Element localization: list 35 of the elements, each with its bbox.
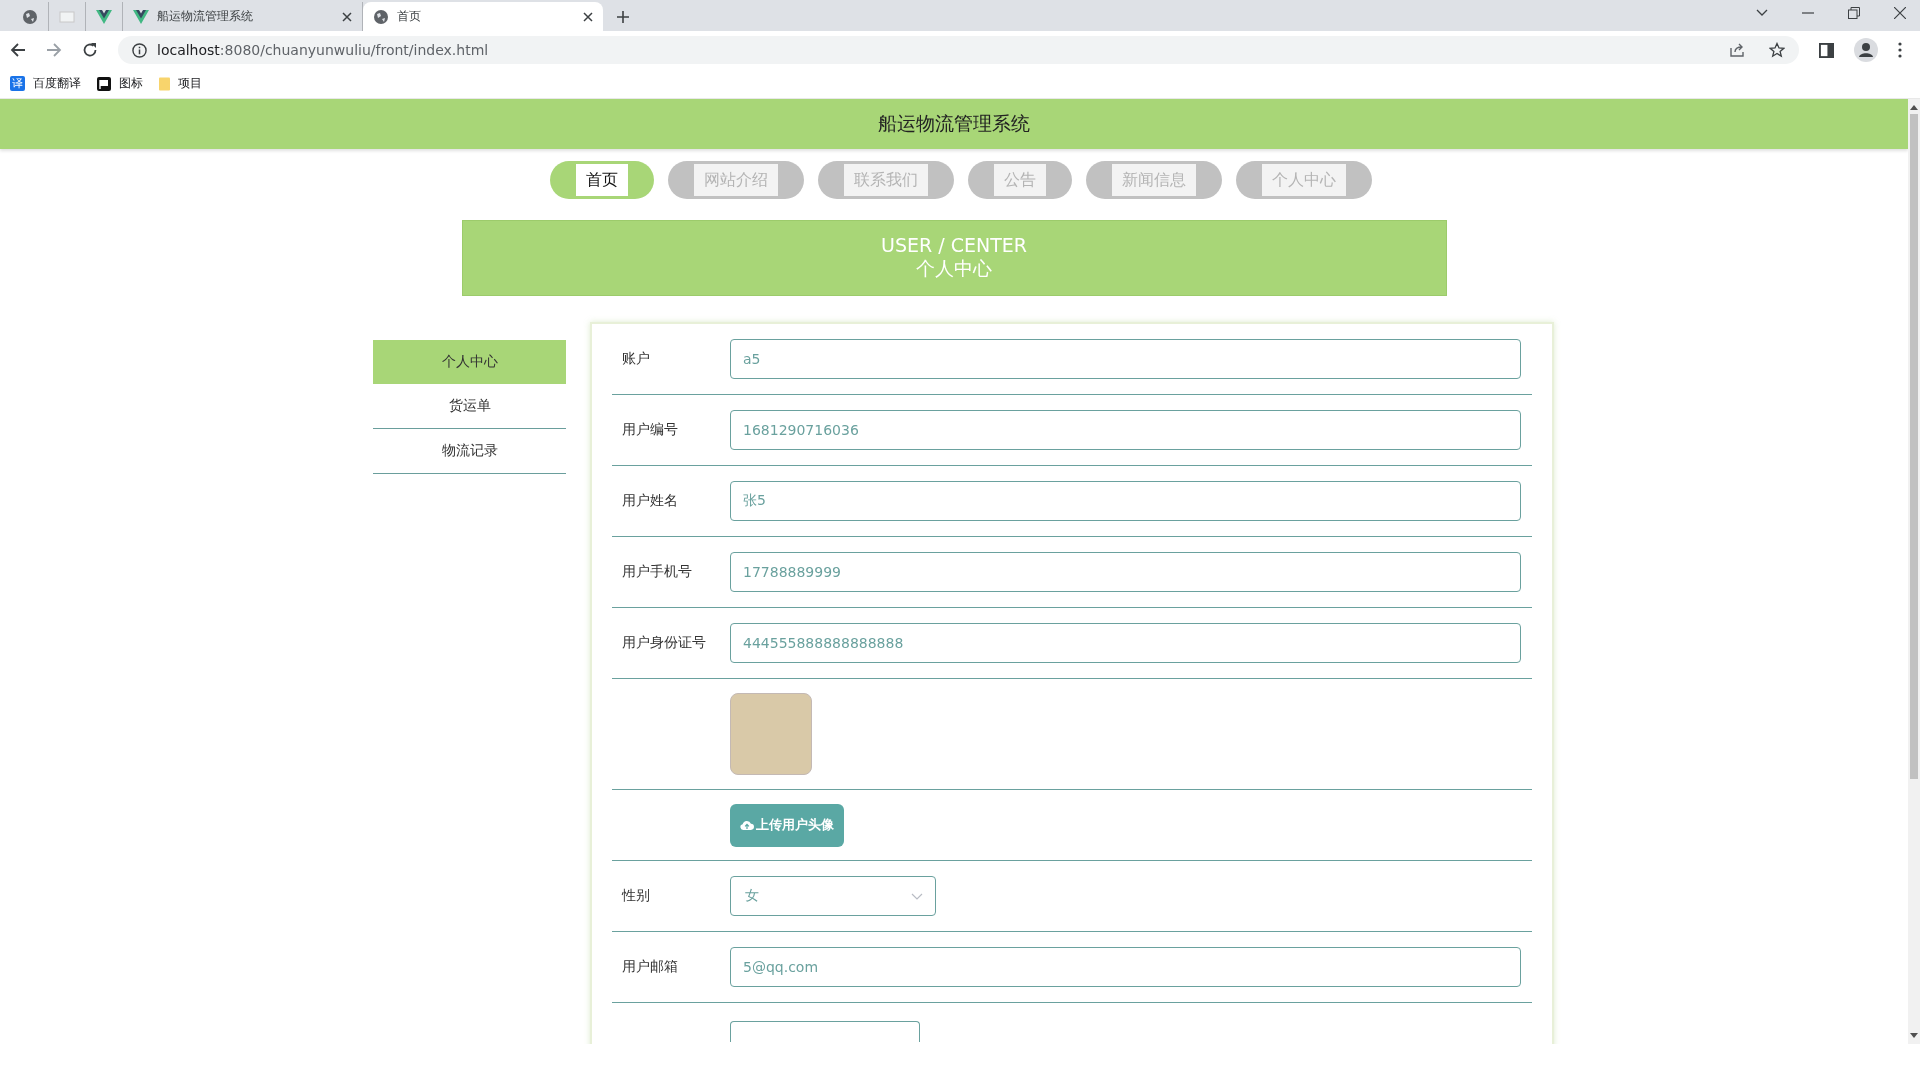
nav-tab[interactable]: 公告 — [968, 161, 1072, 199]
address-field[interactable]: localhost:8080/chuanyunwuliu/front/index.html — [118, 36, 1799, 64]
banner-title: USER / CENTER — [881, 234, 1027, 256]
field-label: 用户邮箱 — [622, 958, 678, 974]
browser-tab[interactable]: 首页 — [363, 2, 603, 31]
site-title: 船运物流管理系统 — [878, 111, 1030, 136]
bookmark[interactable]: 图标 — [97, 75, 143, 92]
tab-title: 首页 — [397, 8, 422, 25]
input-field[interactable]: 张5 — [730, 481, 1521, 521]
select-field[interactable]: 女 — [730, 876, 936, 916]
tab-title: 船运物流管理系统 — [157, 8, 254, 25]
input-field[interactable]: 1681290716036 — [730, 410, 1521, 450]
sidebar-item[interactable]: 个人中心 — [373, 340, 566, 384]
sidebar-item[interactable]: 物流记录 — [373, 429, 566, 474]
nav-tab[interactable]: 网站介绍 — [668, 161, 804, 199]
upload-button[interactable]: 上传用户头像 — [730, 803, 844, 847]
bookmark[interactable]: 译 百度翻译 — [10, 75, 81, 92]
field-label: 用户手机号 — [622, 563, 692, 579]
input-field[interactable]: 17788889999 — [730, 552, 1521, 592]
banner-subtitle: 个人中心 — [916, 256, 992, 281]
bookmark[interactable]: 项目 — [159, 75, 202, 92]
translate-icon: 译 — [10, 76, 25, 91]
field-label: 性别 — [622, 887, 650, 903]
field-label: 用户姓名 — [622, 492, 678, 508]
field-label: 用户身份证号 — [622, 634, 706, 650]
sidebar-item[interactable]: 货运单 — [373, 384, 566, 429]
nav-tab[interactable]: 联系我们 — [818, 161, 954, 199]
input-field[interactable]: 444555888888888888 — [730, 623, 1521, 663]
field-label: 账户 — [622, 350, 650, 366]
input-field[interactable]: 5@qq.com — [730, 947, 1521, 987]
input-field[interactable]: a5 — [730, 339, 1521, 379]
nav-tab[interactable]: 新闻信息 — [1086, 161, 1222, 199]
nav-tab[interactable]: 首页 — [550, 161, 654, 199]
nav-tab[interactable]: 个人中心 — [1236, 161, 1372, 199]
field-label: 用户编号 — [622, 421, 678, 437]
